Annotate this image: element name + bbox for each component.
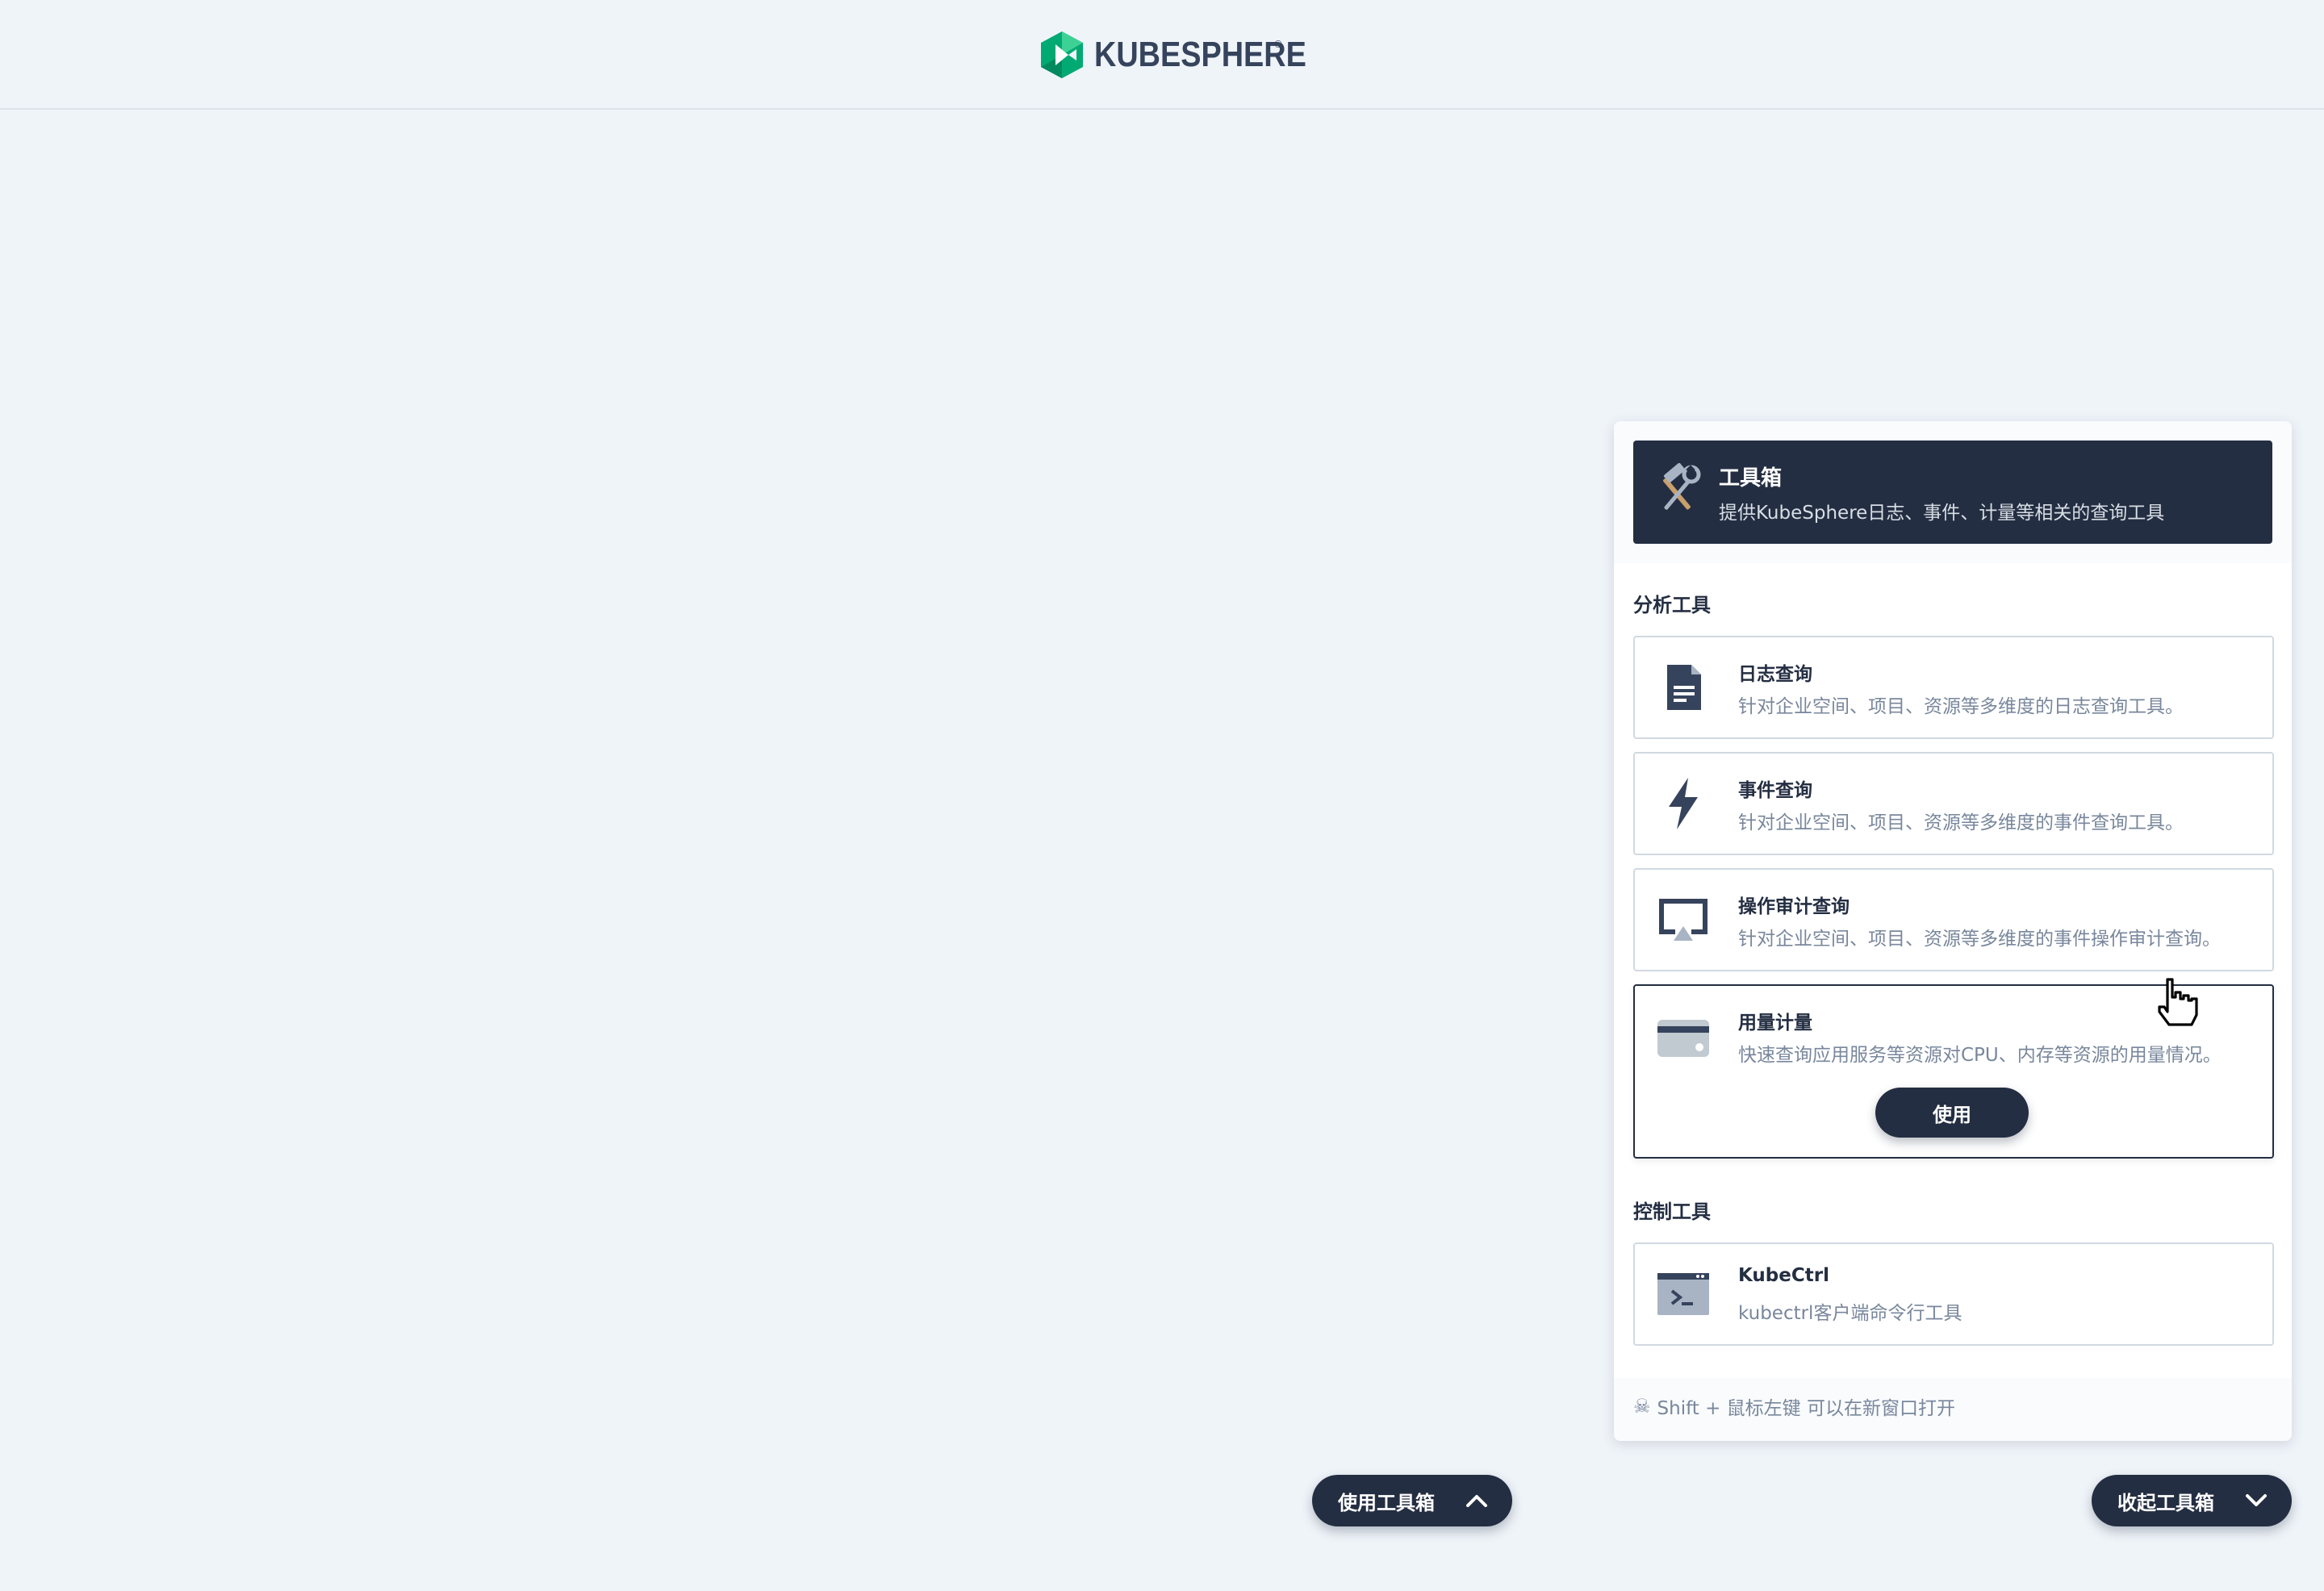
card-title: 日志查询 [1738, 664, 1812, 685]
card-description: 快速查询应用服务等资源对CPU、内存等资源的用量情况。 [1738, 1045, 2222, 1066]
tool-card-audit-search[interactable]: 操作审计查询 针对企业空间、项目、资源等多维度的事件操作审计查询。 [1633, 868, 2274, 971]
card-title: KubeCtrl [1738, 1265, 1829, 1286]
hammer-wrench-icon [1663, 463, 1701, 510]
tool-card-event-search[interactable]: 事件查询 针对企业空间、项目、资源等多维度的事件查询工具。 [1633, 752, 2274, 855]
card-icon [1657, 1020, 1709, 1057]
terminal-icon [1657, 1273, 1709, 1315]
toolbox-description: 提供KubeSphere日志、事件、计量等相关的查询工具 [1719, 503, 2165, 524]
card-title: 事件查询 [1738, 780, 1812, 801]
card-title: 操作审计查询 [1738, 896, 1850, 917]
card-description: 针对企业空间、项目、资源等多维度的事件操作审计查询。 [1738, 929, 2221, 950]
section-title-control: 控制工具 [1633, 1201, 1711, 1223]
collapse-toolbox-label: 收起工具箱 [2117, 1491, 2214, 1514]
use-button[interactable]: 使用 [1875, 1088, 2029, 1138]
document-icon [1667, 665, 1701, 710]
card-description: kubectrl客户端命令行工具 [1738, 1303, 1962, 1324]
skull-icon: ☠ [1633, 1395, 1651, 1418]
toolbox-header: 工具箱 提供KubeSphere日志、事件、计量等相关的查询工具 [1633, 441, 2272, 544]
kubesphere-logo-icon [1041, 31, 1083, 78]
toolbox-footer-tip: ☠ Shift + 鼠标左键 可以在新窗口打开 [1633, 1393, 1955, 1420]
registered-mark: ® [1273, 39, 1283, 50]
collapse-toolbox-button[interactable]: 收起工具箱 [2092, 1475, 2292, 1526]
kubesphere-logo[interactable]: KUBESPHERE ® [1039, 29, 1341, 81]
toolbox-title: 工具箱 [1719, 466, 1783, 491]
tool-card-kubectl[interactable]: KubeCtrl kubectrl客户端命令行工具 [1633, 1242, 2274, 1346]
toolbox-body: 分析工具 日志查询 针对企业空间、项目、资源等多维度的日志查询工具。 事件查询 … [1614, 563, 2292, 1378]
chevron-up-icon [1466, 1495, 1487, 1507]
card-description: 针对企业空间、项目、资源等多维度的日志查询工具。 [1738, 696, 2184, 717]
open-toolbox-label: 使用工具箱 [1338, 1491, 1435, 1514]
lightning-icon [1669, 778, 1698, 829]
chevron-down-icon [2246, 1494, 2267, 1506]
tool-card-log-search[interactable]: 日志查询 针对企业空间、项目、资源等多维度的日志查询工具。 [1633, 636, 2274, 739]
card-description: 针对企业空间、项目、资源等多维度的事件查询工具。 [1738, 812, 2184, 833]
open-toolbox-button[interactable]: 使用工具箱 [1312, 1475, 1512, 1526]
top-header: KUBESPHERE ® [0, 0, 2324, 110]
section-title-analysis: 分析工具 [1633, 594, 1711, 616]
hand-cursor-icon [2158, 978, 2198, 1026]
monitor-icon [1659, 899, 1707, 941]
toolbox-panel: 工具箱 提供KubeSphere日志、事件、计量等相关的查询工具 分析工具 日志… [1614, 421, 2292, 1441]
footer-tip-text: Shift + 鼠标左键 可以在新窗口打开 [1657, 1398, 1955, 1419]
card-title: 用量计量 [1738, 1013, 1812, 1034]
